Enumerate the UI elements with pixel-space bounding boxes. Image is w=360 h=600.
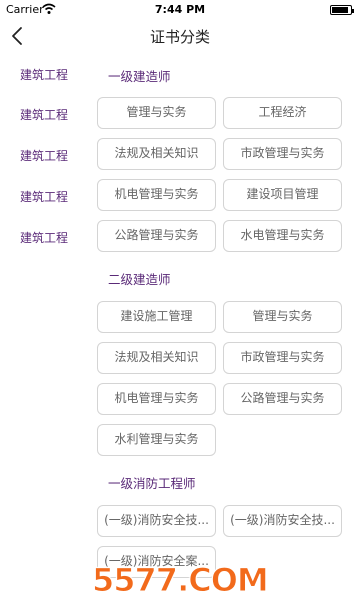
category-chip[interactable]: 公路管理与实务 [223, 383, 342, 415]
category-chip[interactable]: 水利管理与实务 [97, 424, 216, 456]
battery-icon [330, 5, 354, 15]
category-chip[interactable]: 市政管理与实务 [223, 138, 342, 170]
page-title: 证书分类 [149, 28, 210, 46]
sidebar-item[interactable]: 建筑工程 [20, 106, 80, 123]
section-title: 一级建造师 [108, 69, 171, 84]
category-chip[interactable]: 机电管理与实务 [97, 179, 216, 211]
category-chip[interactable]: 水电管理与实务 [223, 220, 342, 252]
category-chip[interactable]: 管理与实务 [223, 301, 342, 333]
sidebar-item[interactable]: 建筑工程 [20, 147, 80, 164]
category-chip[interactable]: 机电管理与实务 [97, 383, 216, 415]
watermark-logo: 5577.COM [92, 561, 292, 600]
category-chip[interactable]: (一级)消防安全技... [97, 505, 216, 537]
category-chip[interactable]: (一级)消防安全技... [223, 505, 342, 537]
watermark-text: 5577.COM [92, 561, 270, 600]
category-chip[interactable]: 工程经济 [223, 97, 342, 129]
status-bar: Carrier 7:44 PM [0, 0, 360, 20]
section-title: 二级建造师 [108, 272, 171, 287]
category-chip[interactable]: 法规及相关知识 [97, 342, 216, 374]
category-chip[interactable]: 建设项目管理 [223, 179, 342, 211]
sidebar-item[interactable]: 建筑工程 [20, 188, 80, 205]
nav-bar: 证书分类 [0, 20, 360, 52]
sidebar-item[interactable]: 建筑工程 [20, 229, 80, 246]
sidebar-item[interactable]: 建筑工程 [20, 66, 80, 83]
category-chip[interactable]: 市政管理与实务 [223, 342, 342, 374]
category-chip[interactable]: 公路管理与实务 [97, 220, 216, 252]
section-title: 一级消防工程师 [108, 476, 196, 491]
category-chip[interactable]: 建设施工管理 [97, 301, 216, 333]
category-chip[interactable]: 管理与实务 [97, 97, 216, 129]
category-chip[interactable]: 法规及相关知识 [97, 138, 216, 170]
clock: 7:44 PM [154, 3, 206, 16]
